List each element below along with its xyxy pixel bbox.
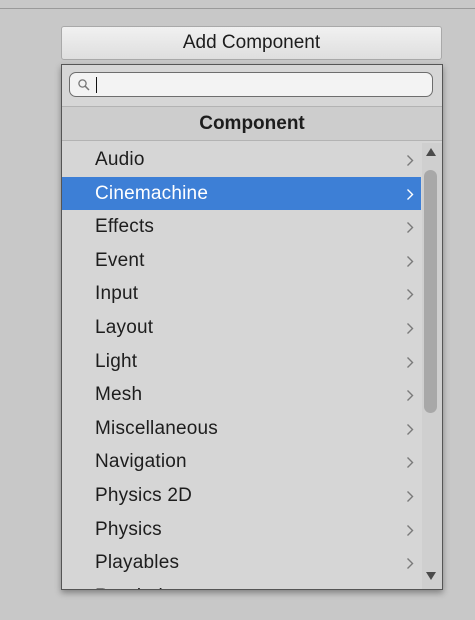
list-item[interactable]: Event: [62, 244, 421, 278]
list-item-label: Physics: [95, 518, 162, 540]
chevron-right-icon: [407, 490, 414, 502]
chevron-right-icon: [407, 423, 414, 435]
chevron-right-icon: [407, 558, 414, 570]
list-item-label: Mesh: [95, 384, 143, 406]
chevron-right-icon: [407, 457, 414, 469]
list-item-label: Cinemachine: [95, 182, 209, 204]
list-item-label: Rendering: [95, 580, 184, 589]
list-item[interactable]: Cinemachine: [62, 176, 421, 211]
component-list: Audio Cinemachine Effects Event Input Layout L…: [62, 143, 421, 589]
list-item[interactable]: Playables: [62, 546, 421, 580]
triangle-up-icon[interactable]: [425, 147, 437, 157]
chevron-right-icon: [407, 390, 414, 402]
chevron-right-icon: [407, 222, 414, 234]
list-item-label: Light: [95, 350, 138, 372]
list-item[interactable]: Light: [62, 345, 421, 379]
list-header-title: Component: [199, 112, 305, 134]
search-icon: [78, 79, 90, 91]
search-field[interactable]: [69, 72, 433, 97]
list-item-label: Layout: [95, 316, 154, 338]
component-popup: Component Audio Cinemachine Effects Event In…: [61, 64, 443, 590]
text-caret: [96, 77, 97, 93]
list-item-label: Navigation: [95, 451, 187, 473]
chevron-right-icon: [407, 524, 414, 536]
list-item-label: Event: [95, 249, 145, 271]
add-component-label: Add Component: [182, 32, 321, 53]
list-item[interactable]: Physics: [62, 513, 421, 547]
list-item[interactable]: Miscellaneous: [62, 412, 421, 446]
list-item[interactable]: Rendering: [62, 580, 421, 589]
list-item[interactable]: Audio: [62, 143, 421, 177]
chevron-right-icon: [407, 188, 414, 200]
list-item[interactable]: Input: [62, 277, 421, 311]
list-header: Component: [62, 106, 442, 141]
chevron-right-icon: [407, 289, 414, 301]
search-input[interactable]: [100, 75, 420, 94]
chevron-right-icon: [407, 356, 414, 368]
list-item[interactable]: Layout: [62, 311, 421, 345]
list-item-label: Audio: [95, 149, 145, 170]
list-item[interactable]: Navigation: [62, 445, 421, 479]
list-item[interactable]: Physics 2D: [62, 479, 421, 513]
list-item-label: Miscellaneous: [95, 417, 218, 439]
scrollbar-thumb[interactable]: [424, 170, 437, 413]
scrollbar[interactable]: [422, 143, 442, 589]
add-component-button[interactable]: Add Component: [61, 26, 442, 60]
divider: [0, 8, 475, 9]
list-item-label: Playables: [95, 552, 180, 574]
list-item-label: Effects: [95, 216, 155, 238]
chevron-right-icon: [407, 155, 414, 166]
chevron-right-icon: [407, 255, 414, 267]
triangle-down-icon[interactable]: [425, 571, 437, 581]
chevron-right-icon: [407, 322, 414, 334]
list-item-label: Input: [95, 283, 139, 305]
list-item[interactable]: Effects: [62, 210, 421, 244]
list-item[interactable]: Mesh: [62, 378, 421, 412]
list-item-label: Physics 2D: [95, 484, 193, 506]
